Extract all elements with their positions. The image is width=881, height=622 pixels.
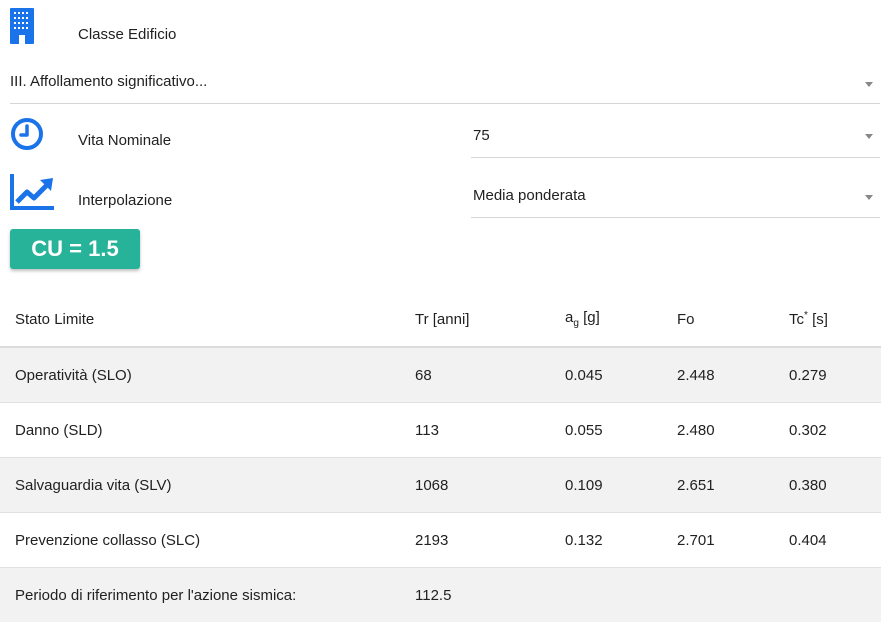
classe-edificio-select[interactable]: III. Affollamento significativo... <box>10 66 880 104</box>
interpolazione-value: Media ponderata <box>473 187 586 204</box>
table-row: Salvaguardia vita (SLV) 1068 0.109 2.651… <box>0 458 881 513</box>
stati-limite-table: Stato Limite Tr [anni] ag [g] Fo Tc* [s]… <box>0 292 881 622</box>
header-ag: ag [g] <box>565 292 677 347</box>
chevron-down-icon <box>865 195 873 200</box>
header-tr: Tr [anni] <box>415 292 565 347</box>
header-fo: Fo <box>677 292 789 347</box>
building-icon <box>10 8 34 46</box>
clock-icon <box>10 117 44 151</box>
cell-fo: 2.480 <box>677 403 789 458</box>
chevron-down-icon <box>865 82 873 87</box>
classe-select-underline <box>10 103 880 104</box>
cell-ag: 0.132 <box>565 513 677 568</box>
cell-stato: Danno (SLD) <box>0 403 415 458</box>
table-row: Operatività (SLO) 68 0.045 2.448 0.279 <box>0 347 881 403</box>
vita-nominale-value: 75 <box>473 127 490 144</box>
cell-tr: 113 <box>415 403 565 458</box>
table-row: Prevenzione collasso (SLC) 2193 0.132 2.… <box>0 513 881 568</box>
cell-tc: 0.279 <box>789 347 881 403</box>
cell-tc: 0.380 <box>789 458 881 513</box>
periodo-value: 112.5 <box>415 568 565 622</box>
header-stato-limite: Stato Limite <box>0 292 415 347</box>
interp-select-underline <box>471 217 880 218</box>
classe-edificio-label: Classe Edificio <box>78 26 176 43</box>
cell-fo: 2.651 <box>677 458 789 513</box>
cell-tr: 2193 <box>415 513 565 568</box>
interpolazione-select[interactable]: Media ponderata <box>471 178 880 218</box>
cell-ag: 0.109 <box>565 458 677 513</box>
cell-fo: 2.448 <box>677 347 789 403</box>
cell-tc: 0.404 <box>789 513 881 568</box>
periodo-label: Periodo di riferimento per l'azione sism… <box>0 568 415 622</box>
trending-up-icon <box>10 172 56 210</box>
table-header-row: Stato Limite Tr [anni] ag [g] Fo Tc* [s] <box>0 292 881 347</box>
cell-tr: 68 <box>415 347 565 403</box>
cell-stato: Prevenzione collasso (SLC) <box>0 513 415 568</box>
cell-ag: 0.045 <box>565 347 677 403</box>
cell-stato: Operatività (SLO) <box>0 347 415 403</box>
vita-select-underline <box>471 157 880 158</box>
empty-cell <box>789 568 881 622</box>
cell-tr: 1068 <box>415 458 565 513</box>
header-tc-unit: [s] <box>808 311 828 328</box>
header-tc: Tc* [s] <box>789 292 881 347</box>
classe-edificio-value: III. Affollamento significativo... <box>10 73 207 90</box>
cu-badge: CU = 1.5 <box>10 229 140 269</box>
cell-tc: 0.302 <box>789 403 881 458</box>
periodo-riferimento-row: Periodo di riferimento per l'azione sism… <box>0 568 881 622</box>
table-row: Danno (SLD) 113 0.055 2.480 0.302 <box>0 403 881 458</box>
header-tc-base: Tc <box>789 311 804 328</box>
vita-nominale-select[interactable]: 75 <box>471 120 880 158</box>
vita-nominale-label: Vita Nominale <box>78 132 171 149</box>
header-ag-unit: [g] <box>579 309 600 326</box>
interpolazione-label: Interpolazione <box>78 192 172 209</box>
chevron-down-icon <box>865 134 873 139</box>
cell-stato: Salvaguardia vita (SLV) <box>0 458 415 513</box>
empty-cell <box>565 568 677 622</box>
cell-ag: 0.055 <box>565 403 677 458</box>
cell-fo: 2.701 <box>677 513 789 568</box>
empty-cell <box>677 568 789 622</box>
